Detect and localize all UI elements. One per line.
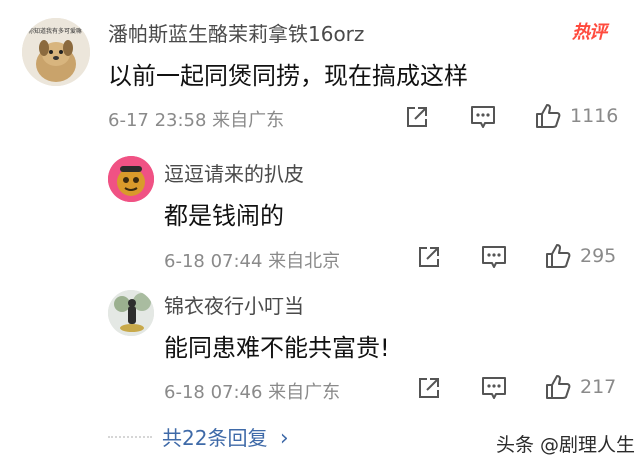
- chevron-right-icon: ›: [279, 426, 289, 451]
- share-icon: [419, 247, 439, 267]
- like-count: 1116: [570, 105, 619, 127]
- reply-meta: 6-18 07:46 来自广东: [164, 382, 341, 403]
- reply-meta: 6-18 07:44 来自北京: [164, 251, 341, 272]
- like-button[interactable]: 217: [544, 373, 616, 401]
- avatar[interactable]: 你知道我有多可爱嘛: [22, 18, 90, 86]
- like-count: 217: [580, 376, 617, 398]
- like-count: 295: [580, 245, 617, 267]
- comment-icon: [471, 106, 495, 128]
- reply-avatar[interactable]: [108, 156, 154, 202]
- reply-avatar[interactable]: [108, 290, 154, 336]
- reply-text: 都是钱闹的: [164, 202, 284, 230]
- cartoon-avatar-image: [108, 156, 154, 202]
- share-button[interactable]: [416, 375, 442, 401]
- reply-button[interactable]: [480, 244, 508, 270]
- reply-button[interactable]: [469, 104, 497, 130]
- reply-username[interactable]: 逗逗请来的扒皮: [164, 158, 304, 187]
- hot-comment-badge: 热评: [572, 22, 607, 43]
- share-button[interactable]: [416, 244, 442, 270]
- view-more-replies-link[interactable]: 共22条回复 ›: [162, 422, 289, 451]
- photo-avatar-image: [108, 290, 154, 336]
- share-button[interactable]: [404, 104, 430, 130]
- username[interactable]: 潘帕斯蓝生酪茉莉拿铁16orz: [108, 18, 364, 47]
- reply-username[interactable]: 锦衣夜行小叮当: [164, 290, 304, 319]
- reply-button[interactable]: [480, 375, 508, 401]
- like-button[interactable]: 295: [544, 242, 616, 270]
- divider: [108, 436, 152, 438]
- comment-icon: [482, 377, 506, 399]
- like-button[interactable]: 1116: [534, 102, 618, 130]
- thumbs-up-icon: [536, 104, 561, 128]
- share-icon: [407, 107, 427, 127]
- reply-text: 能同患难不能共富贵!: [164, 334, 390, 362]
- more-replies-label: 共22条回复: [162, 426, 268, 450]
- comment-meta: 6-17 23:58 来自广东: [108, 110, 285, 131]
- share-icon: [419, 378, 439, 398]
- watermark: 头条 @剧理人生: [496, 434, 636, 456]
- comment-icon: [482, 246, 506, 268]
- thumbs-up-icon: [546, 375, 571, 399]
- avatar-caption: 你知道我有多可爱嘛: [28, 28, 83, 35]
- thumbs-up-icon: [546, 244, 571, 268]
- comment-text: 以前一起同煲同捞，现在搞成这样: [108, 62, 468, 90]
